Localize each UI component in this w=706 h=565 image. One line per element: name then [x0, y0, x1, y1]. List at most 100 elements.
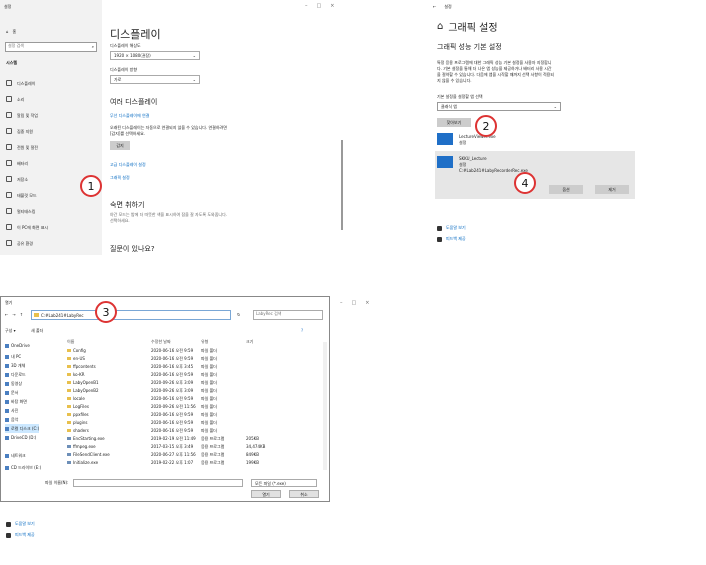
sidebar-item-sound[interactable]: 소리	[6, 94, 98, 104]
graphics-settings-link[interactable]: 그래픽 설정	[110, 175, 130, 180]
sidebar-item-projecting[interactable]: 이 PC에 화면 표시	[6, 222, 98, 232]
cancel-button[interactable]: 취소	[289, 490, 319, 498]
scrollbar[interactable]	[323, 342, 327, 470]
file-row[interactable]: ffmpeg.exe 2017-03-15 오후 3:49 응용 프로그램 34,47…	[61, 444, 331, 450]
step-marker-4: 4	[514, 172, 536, 194]
column-size[interactable]: 크기	[246, 339, 253, 346]
file-row[interactable]: FileSendClient.exe 2020-06-27 오후 11:56 응용 …	[61, 452, 331, 458]
question-heading: 질문이 있나요?	[110, 245, 155, 253]
detect-description-2: [감지]를 선택하세요.	[110, 131, 146, 136]
cloud-icon	[5, 343, 9, 348]
file-row[interactable]: EncStarting.exe 2019-02-19 오전 11:49 응용 프로그…	[61, 436, 331, 442]
file-row[interactable]: ffpcontents 2020-06-16 오후 3:45 파일 폴더	[61, 364, 331, 370]
feedback-link[interactable]: 피드백 제공	[6, 532, 35, 538]
nav-local-disk-c[interactable]: 로컬 디스크 (C:)	[5, 424, 40, 433]
file-date: 2020-09-26 오전 11:56	[151, 404, 196, 409]
nav-buttons[interactable]: ← → ↑	[5, 312, 23, 317]
nav-desktop[interactable]: 바탕 화면	[5, 397, 27, 406]
nav-drive-d[interactable]: DriveCD (D:)	[5, 433, 36, 442]
open-button[interactable]: 열기	[251, 490, 281, 498]
close-button[interactable]: ×	[365, 300, 369, 306]
file-row[interactable]: Config 2020-06-16 오전 9:59 파일 폴더	[61, 348, 331, 354]
sidebar-item-display[interactable]: 디스플레이	[6, 78, 98, 88]
window-controls[interactable]: – □ ×	[305, 3, 334, 9]
file-type: 파일 폴더	[201, 388, 217, 393]
filetype-dropdown[interactable]: 모든 파일 (*.exe)	[251, 479, 317, 487]
nav-3d-objects[interactable]: 3D 개체	[5, 361, 25, 370]
nav-music[interactable]: 음악	[5, 415, 18, 424]
back-button[interactable]: ←	[433, 4, 436, 9]
file-type: 파일 폴더	[201, 412, 217, 417]
options-button[interactable]: 옵션	[549, 185, 583, 194]
home-icon: ⌂	[437, 21, 444, 32]
app-type-dropdown[interactable]: 클래식 앱 ⌄	[437, 102, 561, 111]
wireless-display-link[interactable]: 무선 디스플레이에 연결	[110, 113, 149, 118]
file-row[interactable]: ppxfiles 2020-06-16 오전 9:59 파일 폴더	[61, 412, 331, 418]
resolution-dropdown[interactable]: 1920 × 1080(권장) ⌄	[110, 51, 200, 60]
detect-description-1: 오래된 디스플레이는 자동으로 연결되지 않을 수 있습니다. 연결하려면	[110, 125, 227, 130]
nav-this-pc[interactable]: 내 PC	[5, 352, 21, 361]
remove-button[interactable]: 제거	[595, 185, 629, 194]
file-date: 2020-06-16 오후 3:45	[151, 364, 194, 369]
sidebar-item-focus[interactable]: 집중 지원	[6, 126, 98, 136]
column-date[interactable]: 수정한 날짜	[151, 339, 171, 346]
new-folder-button[interactable]: 새 폴더	[31, 328, 43, 333]
up-arrow-icon[interactable]: ↑	[20, 312, 23, 317]
advanced-display-link[interactable]: 고급 디스플레이 설정	[110, 162, 146, 167]
file-name: ko-KR	[73, 372, 85, 377]
file-row[interactable]: plugins 2020-06-16 오전 9:59 파일 폴더	[61, 420, 331, 426]
file-row[interactable]: locale 2020-06-16 오전 9:59 파일 폴더	[61, 396, 331, 402]
column-name[interactable]: 이름	[67, 339, 74, 346]
maximize-button[interactable]: □	[317, 3, 322, 9]
minimize-button[interactable]: –	[305, 3, 308, 9]
filename-input[interactable]	[73, 479, 243, 487]
nav-downloads[interactable]: 다운로드	[5, 370, 26, 379]
file-row[interactable]: shaders 2020-06-16 오전 9:59 파일 폴더	[61, 428, 331, 434]
sidebar-item-notifications[interactable]: 알림 및 작업	[6, 110, 98, 120]
feedback-link[interactable]: 피드백 제공	[437, 236, 466, 242]
maximize-button[interactable]: □	[352, 300, 357, 306]
file-row[interactable]: LabyOpenB1 2020-09-26 오후 3:09 파일 폴더	[61, 380, 331, 386]
sidebar-item-shared[interactable]: 공유 환경	[6, 238, 98, 248]
orientation-dropdown[interactable]: 가로 ⌄	[110, 75, 200, 84]
help-icon[interactable]: ?	[301, 328, 303, 333]
detect-button[interactable]: 감지	[110, 141, 130, 150]
forward-arrow-icon[interactable]: →	[12, 312, 15, 317]
organize-button[interactable]: 구성 ▾	[5, 328, 16, 333]
search-input[interactable]: 설정 검색 ⌕	[5, 42, 97, 52]
search-input[interactable]: LabyRec 검색	[253, 310, 323, 320]
refresh-icon[interactable]: ↻	[237, 312, 240, 317]
back-arrow-icon[interactable]: ←	[5, 312, 8, 317]
file-row[interactable]: Initialize.exe 2019-02-22 오후 1:07 응용 프로그램 1…	[61, 460, 331, 466]
nav-cd-drive-e[interactable]: CD 드라이브 (E:)	[5, 463, 41, 472]
picture-icon	[5, 408, 9, 413]
close-button[interactable]: ×	[330, 3, 334, 9]
sidebar-item-multitasking[interactable]: 멀티태스킹	[6, 206, 98, 216]
column-type[interactable]: 유형	[201, 339, 208, 346]
help-link[interactable]: 도움말 보기	[6, 521, 35, 527]
minimize-button[interactable]: –	[340, 300, 343, 306]
folder-icon	[67, 381, 71, 384]
file-type: 응용 프로그램	[201, 444, 225, 449]
address-bar[interactable]: C:#Lab241#LabyRec	[31, 310, 231, 320]
help-link[interactable]: 도움말 보기	[437, 225, 466, 231]
sidebar-item-battery[interactable]: 배터리	[6, 158, 98, 168]
file-date: 2020-09-26 오후 3:09	[151, 380, 194, 385]
browse-button[interactable]: 찾아보기	[437, 118, 471, 127]
nav-pictures[interactable]: 사진	[5, 406, 18, 415]
drive-icon	[5, 426, 9, 431]
file-row[interactable]: ko-KR 2020-06-16 오전 9:59 파일 폴더	[61, 372, 331, 378]
file-row[interactable]: LogFiles 2020-09-26 오전 11:56 파일 폴더	[61, 404, 331, 410]
file-row[interactable]: en-US 2020-06-16 오전 9:59 파일 폴더	[61, 356, 331, 362]
nav-videos[interactable]: 동영상	[5, 379, 22, 388]
nav-onedrive[interactable]: OneDrive	[5, 341, 30, 350]
music-icon	[5, 417, 9, 422]
document-icon	[5, 390, 9, 395]
file-row[interactable]: LabyOpenB2 2020-09-26 오후 3:09 파일 폴더	[61, 388, 331, 394]
scrollbar[interactable]	[341, 140, 343, 230]
sidebar-home[interactable]: ⌂ 홈	[6, 29, 16, 34]
background-window-controls[interactable]: – □ ×	[340, 300, 369, 306]
sidebar-item-power[interactable]: 전원 및 절전	[6, 142, 98, 152]
nav-network[interactable]: 네트워크	[5, 451, 26, 460]
nav-documents[interactable]: 문서	[5, 388, 18, 397]
